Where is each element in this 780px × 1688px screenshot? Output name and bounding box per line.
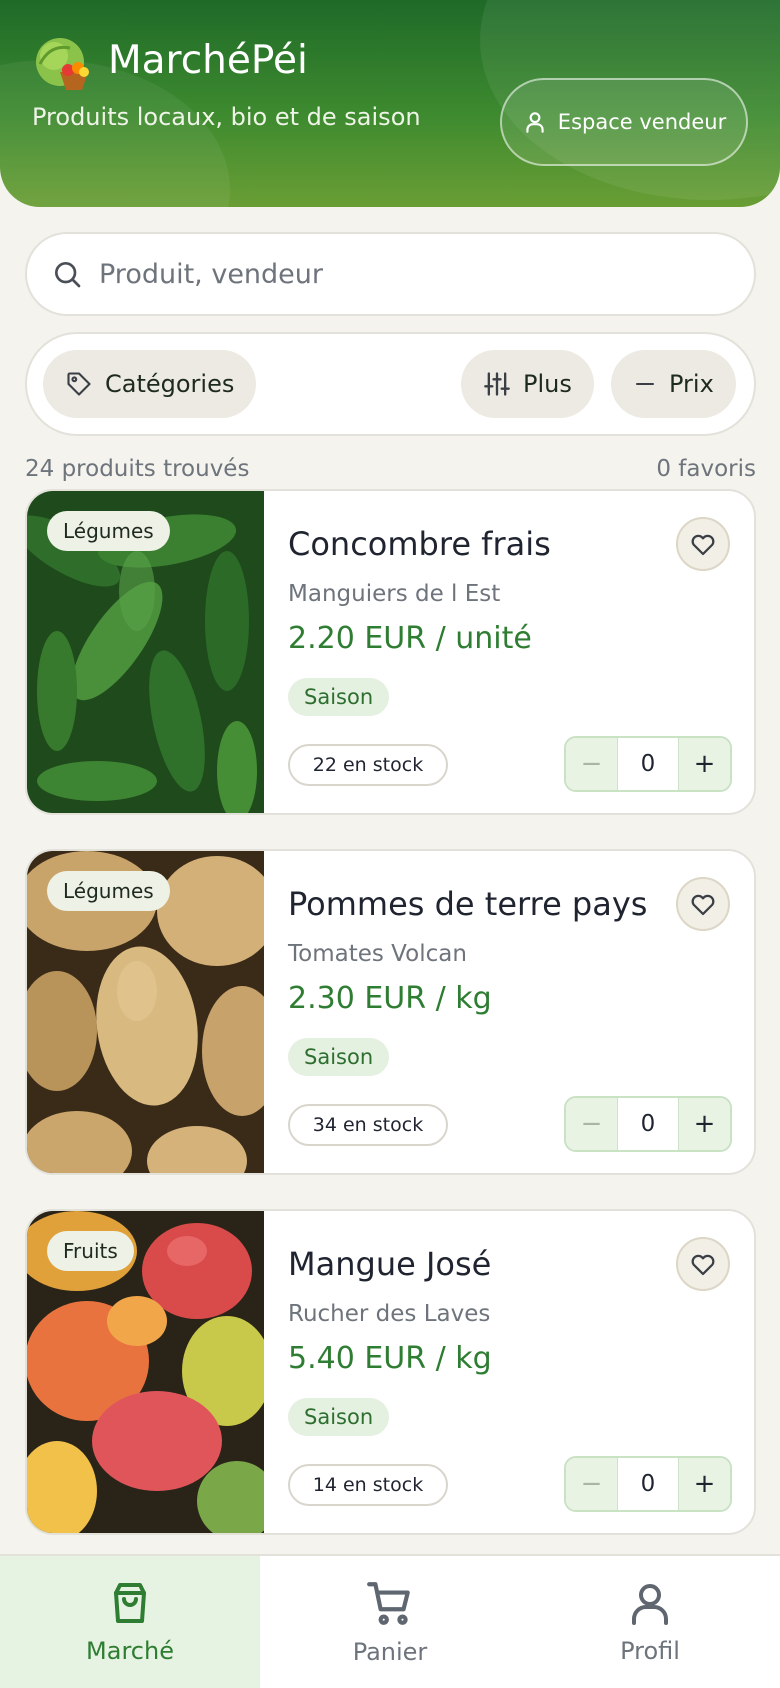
categories-filter-button[interactable]: Catégories	[43, 350, 257, 418]
category-badge: Légumes	[47, 511, 170, 551]
season-badge: Saison	[288, 1038, 390, 1076]
search-icon	[55, 262, 81, 288]
search-bar[interactable]	[25, 232, 756, 316]
product-price: 2.30 EUR / kg	[288, 981, 492, 1016]
favorite-button[interactable]	[676, 1237, 730, 1291]
results-count: 24 produits trouvés	[25, 456, 250, 482]
product-vendor: Rucher des Laves	[288, 1301, 491, 1327]
nav-item-panier[interactable]: Panier	[260, 1556, 520, 1688]
more-filters-button[interactable]: Plus	[461, 350, 594, 418]
app-title: MarchéPéi	[108, 38, 308, 83]
nav-item-marche[interactable]: Marché	[0, 1556, 260, 1688]
results-summary: 24 produits trouvés 0 favoris	[25, 456, 756, 482]
product-vendor: Tomates Volcan	[288, 941, 467, 967]
app-subtitle: Produits locaux, bio et de saison	[32, 103, 421, 131]
decrease-quantity-button[interactable]: −	[566, 1098, 618, 1150]
product-card[interactable]: Légumes Pommes de terre pays Tomates Vol…	[25, 849, 756, 1175]
category-badge: Fruits	[47, 1231, 134, 1271]
decrease-quantity-button[interactable]: −	[566, 1458, 618, 1510]
stock-badge: 22 en stock	[288, 744, 448, 786]
logo-icon	[36, 38, 89, 90]
heart-icon	[691, 894, 715, 916]
heart-icon	[691, 1254, 715, 1276]
increase-quantity-button[interactable]: +	[678, 1098, 730, 1150]
price-filter-button[interactable]: Prix	[611, 350, 736, 418]
stock-badge: 34 en stock	[288, 1104, 448, 1146]
more-filters-label: Plus	[523, 370, 572, 398]
sliders-icon	[484, 372, 510, 396]
product-price: 2.20 EUR / unité	[288, 621, 532, 656]
user-icon	[632, 1584, 668, 1625]
nav-label-marche: Marché	[86, 1637, 174, 1665]
quantity-value: 0	[640, 1111, 656, 1137]
stock-badge: 14 en stock	[288, 1464, 448, 1506]
vendor-space-label: Espace vendeur	[557, 110, 727, 134]
tag-icon	[67, 372, 91, 396]
decrease-quantity-button[interactable]: −	[566, 738, 618, 790]
increase-quantity-button[interactable]: +	[678, 738, 730, 790]
nav-label-panier: Panier	[352, 1638, 428, 1666]
product-vendor: Manguiers de l Est	[288, 581, 501, 607]
product-card[interactable]: Légumes Concombre frais Manguiers de l E…	[25, 489, 756, 815]
season-badge: Saison	[288, 1398, 390, 1436]
increase-quantity-button[interactable]: +	[678, 1458, 730, 1510]
quantity-stepper: − 0 +	[564, 736, 732, 792]
cart-icon	[367, 1582, 410, 1625]
product-price: 5.40 EUR / kg	[288, 1341, 492, 1376]
app-header: MarchéPéi Produits locaux, bio et de sai…	[0, 0, 780, 207]
favorite-button[interactable]	[676, 877, 730, 931]
vendor-space-button[interactable]: Espace vendeur	[500, 78, 748, 166]
quantity-value: 0	[640, 1471, 656, 1497]
season-badge: Saison	[288, 678, 390, 716]
categories-filter-label: Catégories	[105, 370, 235, 398]
favorites-count[interactable]: 0 favoris	[656, 456, 756, 482]
category-badge: Légumes	[47, 871, 170, 911]
filter-bar: Catégories Plus Prix	[25, 332, 756, 436]
product-name: Pommes de terre pays	[288, 885, 648, 923]
bottom-navigation: Marché Panier Profil	[0, 1554, 780, 1688]
product-card[interactable]: Fruits Mangue José Rucher des Laves 5.40…	[25, 1209, 756, 1535]
nav-label-profil: Profil	[620, 1637, 680, 1665]
favorite-button[interactable]	[676, 517, 730, 571]
shopping-bag-icon	[114, 1583, 146, 1623]
quantity-value: 0	[640, 751, 656, 777]
product-name: Concombre frais	[288, 525, 551, 563]
user-icon	[526, 112, 544, 133]
price-filter-label: Prix	[669, 370, 714, 398]
minus-icon	[636, 383, 654, 385]
nav-item-profil[interactable]: Profil	[520, 1556, 780, 1688]
quantity-stepper: − 0 +	[564, 1096, 732, 1152]
quantity-stepper: − 0 +	[564, 1456, 732, 1512]
search-input[interactable]	[99, 258, 699, 290]
heart-icon	[691, 534, 715, 556]
product-name: Mangue José	[288, 1245, 492, 1283]
